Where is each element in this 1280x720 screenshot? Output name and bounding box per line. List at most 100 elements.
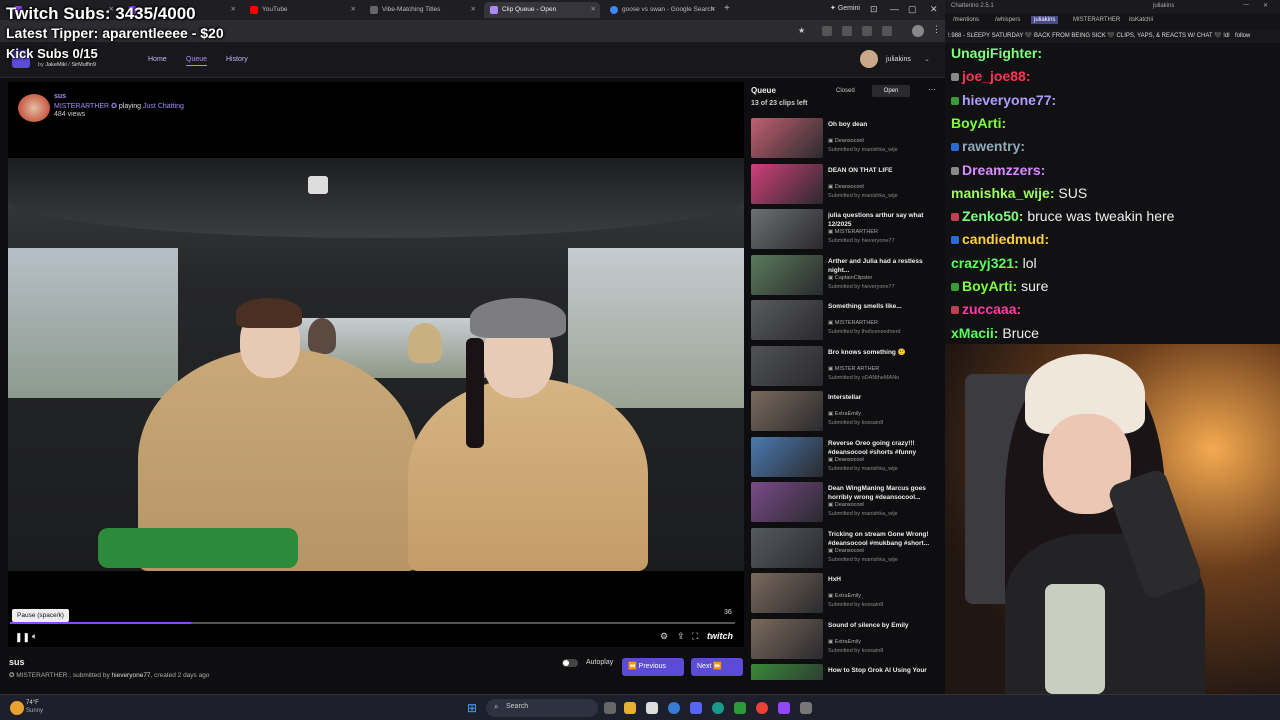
queue-menu-icon[interactable]: ⋯ <box>928 85 936 94</box>
discord-icon[interactable] <box>690 702 702 714</box>
browser-tab-vibe[interactable]: Vibe-Matching Titles ✕ <box>364 2 480 18</box>
user-avatar[interactable] <box>860 50 878 68</box>
chat-tab-mentions[interactable]: /mentions <box>953 17 979 23</box>
chat-tab-juliakins[interactable]: juliakins <box>1031 16 1059 24</box>
twitch-app-icon[interactable] <box>778 702 790 714</box>
close-window-icon[interactable]: ✕ <box>1263 2 1268 9</box>
clip-thumbnail[interactable] <box>751 346 823 386</box>
previous-button[interactable]: ⏪ Previous <box>622 658 684 676</box>
spotify-icon[interactable] <box>734 702 746 714</box>
chat-tab-whispers[interactable]: /whispers <box>995 17 1020 23</box>
nav-home[interactable]: Home <box>148 56 167 63</box>
clip-thumbnail[interactable] <box>751 619 823 659</box>
queue-item[interactable]: DEAN ON THAT LIFE ▣ Deansocool Submitted b… <box>751 164 941 208</box>
settings-gear-icon[interactable]: ⚙ <box>660 631 668 642</box>
weather-sun-icon[interactable] <box>10 701 24 715</box>
queue-item[interactable]: Dean WingManing Marcus goes horribly wro… <box>751 482 941 526</box>
taskbar-search[interactable]: ⌕ Search <box>486 699 598 717</box>
volume-icon[interactable]: 🔈︎ <box>32 631 37 642</box>
share-icon[interactable]: ⇪ <box>677 631 685 642</box>
nav-history[interactable]: History <box>226 56 248 63</box>
menu-kebab-icon[interactable]: ⋮ <box>932 24 941 35</box>
owner-link[interactable]: JakeMiki <box>45 62 66 68</box>
clip-thumbnail[interactable] <box>751 573 823 613</box>
clip-thumbnail[interactable] <box>751 482 823 522</box>
queue-item[interactable]: Bro knows something 🤨 ▣ MISTER ARTHER Subm… <box>751 346 941 390</box>
queue-item[interactable]: How to Stop Grok AI Using Your▣ <box>751 664 941 680</box>
profile-icon[interactable]: ⊡ <box>870 4 878 15</box>
chat-user-label[interactable]: juliakins <box>1153 3 1174 9</box>
queue-closed-button[interactable]: Closed <box>836 88 855 94</box>
chrome-icon[interactable] <box>756 702 768 714</box>
task-view-icon[interactable] <box>604 702 616 714</box>
queue-item[interactable]: Arther and Julia had a restless night...… <box>751 255 941 299</box>
extension-icon[interactable] <box>822 26 832 36</box>
chat-username[interactable]: candiedmud: <box>962 231 1049 247</box>
clip-thumbnail[interactable] <box>751 664 823 680</box>
chat-username[interactable]: rawentry: <box>962 138 1025 154</box>
minimize-icon[interactable]: — <box>890 4 899 14</box>
extension-icon[interactable] <box>842 26 852 36</box>
windows-start-icon[interactable]: ⊞ <box>467 701 477 715</box>
bookmark-star-icon[interactable]: ★ <box>798 26 805 35</box>
chat-tab-itskatchii[interactable]: itsKatchii <box>1129 17 1153 23</box>
browser-tab-clip-queue[interactable]: Clip Queue - Open ✕ <box>484 2 600 18</box>
fullscreen-icon[interactable]: ⛶ <box>692 631 698 642</box>
follow-button[interactable]: follow <box>1235 30 1250 43</box>
clip-thumbnail[interactable] <box>751 391 823 431</box>
username-label[interactable]: juliakins <box>886 56 911 63</box>
nav-queue[interactable]: Queue <box>186 56 208 66</box>
edge-icon[interactable] <box>712 702 724 714</box>
pause-button[interactable]: ❚❚ <box>15 632 30 643</box>
maximize-icon[interactable]: ▢ <box>908 4 917 15</box>
extension-icon[interactable] <box>882 26 892 36</box>
queue-item[interactable]: julia questions arthur say what 12/2025 ▣… <box>751 209 941 253</box>
extension-icon[interactable] <box>862 26 872 36</box>
queue-open-button[interactable]: Open <box>872 85 910 97</box>
browser-tab-youtube[interactable]: YouTube ✕ <box>244 2 360 18</box>
chat-username[interactable]: BoyArti: <box>951 115 1006 131</box>
close-window-icon[interactable]: ✕ <box>930 4 938 15</box>
minimize-icon[interactable]: — <box>1243 2 1249 8</box>
clip-thumbnail[interactable] <box>751 118 823 158</box>
clip-player[interactable]: sus MISTERARTHER ✪ playing Just Chatting… <box>8 82 744 647</box>
new-tab-button[interactable]: + <box>724 3 730 14</box>
game-link[interactable]: Just Chatting <box>143 103 184 110</box>
clip-thumbnail[interactable] <box>751 255 823 295</box>
chevron-down-icon[interactable]: ⌄ <box>924 55 930 63</box>
gemini-button[interactable]: ✦ Gemini <box>830 4 860 12</box>
file-explorer-icon[interactable] <box>624 702 636 714</box>
clip-thumbnail[interactable] <box>751 300 823 340</box>
chat-username[interactable]: BoyArti: <box>962 278 1017 294</box>
chat-username[interactable]: manishka_wije: <box>951 185 1055 201</box>
submitter-link[interactable]: hieveryone77 <box>112 672 151 679</box>
broadcaster-avatar[interactable] <box>18 94 50 122</box>
next-button[interactable]: Next ⏩ <box>691 658 743 676</box>
chat-username[interactable]: Dreamzzers: <box>962 162 1045 178</box>
queue-item[interactable]: Sound of silence by Emily ▣ ExtraEmily Sub… <box>751 619 941 663</box>
twitch-logo[interactable]: twitch <box>707 631 733 641</box>
clip-thumbnail[interactable] <box>751 528 823 568</box>
chat-username[interactable]: UnagiFighter: <box>951 45 1042 61</box>
chat-username[interactable]: hieveryone77: <box>962 92 1056 108</box>
chat-username[interactable]: joe_joe88: <box>962 68 1030 84</box>
queue-item[interactable]: HxH ▣ ExtraEmily Submitted by kossain8 <box>751 573 941 617</box>
chat-username[interactable]: Zenko50: <box>962 208 1023 224</box>
notepad-icon[interactable] <box>646 702 658 714</box>
chat-username[interactable]: zuccaaa: <box>962 301 1021 317</box>
autoplay-toggle[interactable] <box>562 659 578 667</box>
progress-bar[interactable] <box>10 622 735 624</box>
queue-item[interactable]: Interstellar ▣ ExtraEmily Submitted by kos… <box>751 391 941 435</box>
queue-item[interactable]: Reverse Oreo going crazy!!! #deansocool … <box>751 437 941 481</box>
clip-thumbnail[interactable] <box>751 209 823 249</box>
video-frame[interactable] <box>8 158 744 571</box>
profile-avatar[interactable] <box>912 25 924 37</box>
queue-item[interactable]: Something smells like... ▣ MISTERARTHER Su… <box>751 300 941 344</box>
queue-item[interactable]: Tricking on stream Gone Wrong! #deansoco… <box>751 528 941 572</box>
chat-username[interactable]: xMacii: <box>951 325 998 341</box>
clip-thumbnail[interactable] <box>751 437 823 477</box>
queue-item[interactable]: Oh boy dean ▣ Deansocool Submitted by mani… <box>751 118 941 162</box>
edge-browser-icon[interactable] <box>668 702 680 714</box>
chat-username[interactable]: crazyj321: <box>951 255 1019 271</box>
broadcaster-link[interactable]: MISTERARTHER <box>54 103 109 110</box>
